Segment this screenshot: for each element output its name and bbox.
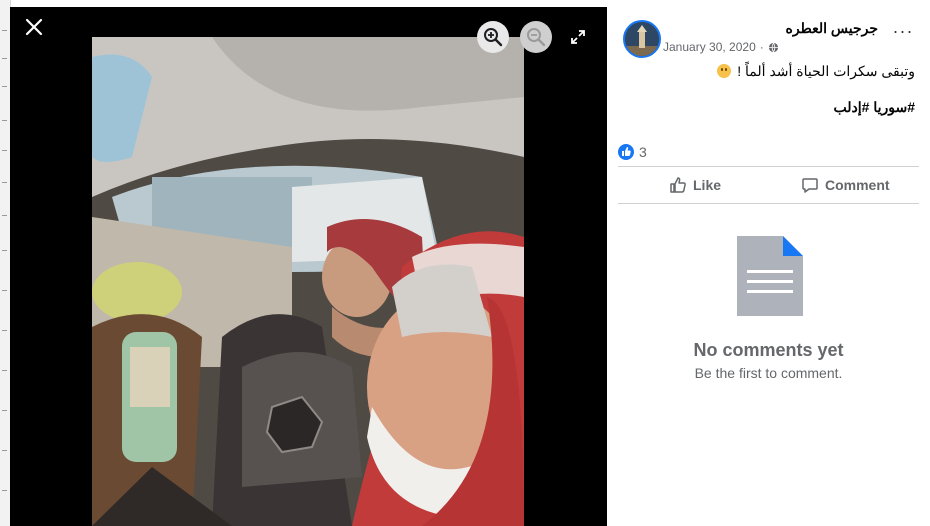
post-hashtags[interactable]: #سوريا #إدلب: [834, 99, 915, 116]
document-icon: [737, 236, 803, 316]
zoom-out-button[interactable]: [520, 21, 552, 53]
post-date[interactable]: January 30, 2020: [663, 40, 756, 54]
thumbs-up-icon: [670, 177, 686, 193]
post-text: وتبقى سكرات الحياة أشد ألماً !: [715, 63, 915, 80]
globe-icon[interactable]: [768, 42, 779, 53]
close-button[interactable]: [22, 17, 46, 41]
zoom-in-icon: [484, 28, 503, 47]
comment-label: Comment: [825, 177, 890, 193]
author-name[interactable]: جرجيس العطره: [607, 20, 878, 37]
divider: [618, 203, 919, 204]
fullscreen-button[interactable]: [570, 29, 586, 45]
divider: [618, 166, 919, 167]
sad-face-emoji: [717, 64, 732, 78]
post-meta: January 30, 2020 ·: [663, 40, 779, 54]
zoom-out-icon: [527, 28, 546, 47]
like-button[interactable]: Like: [669, 176, 721, 194]
reaction-summary[interactable]: 3: [618, 144, 647, 160]
empty-comments-subtitle: Be the first to comment.: [694, 365, 843, 381]
more-options-icon: ···: [892, 21, 914, 41]
comment-icon: [802, 178, 818, 193]
empty-comments-title: No comments yet: [693, 340, 844, 360]
photo-viewer: [10, 7, 607, 526]
like-label: Like: [693, 177, 722, 193]
more-options-button[interactable]: ···: [891, 22, 915, 42]
reaction-count: 3: [639, 144, 647, 160]
comment-button[interactable]: Comment: [801, 176, 890, 194]
fullscreen-icon: [571, 30, 585, 44]
zoom-in-button[interactable]: [477, 21, 509, 53]
like-reaction-icon: [618, 144, 634, 160]
post-body: وتبقى سكرات الحياة أشد ألماً !: [737, 63, 915, 79]
post-panel: جرجيس العطره ··· January 30, 2020 · وتبق…: [607, 0, 930, 526]
photo[interactable]: [92, 37, 524, 526]
close-icon: [25, 18, 43, 36]
